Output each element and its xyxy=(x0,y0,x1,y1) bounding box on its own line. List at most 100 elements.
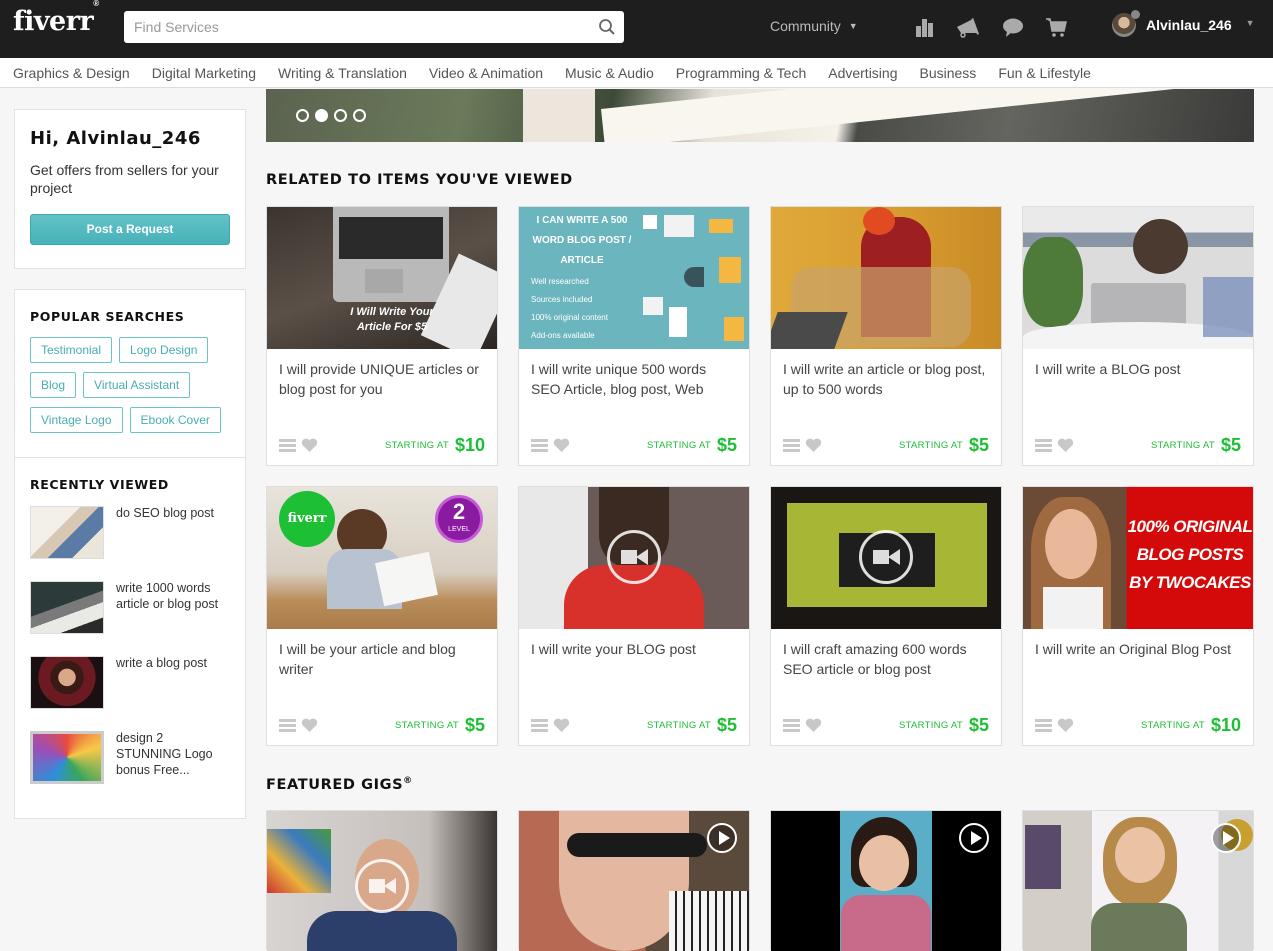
post-request-button[interactable]: Post a Request xyxy=(30,214,230,245)
play-icon[interactable] xyxy=(959,823,989,853)
tag-testimonial[interactable]: Testimonial xyxy=(30,337,113,363)
featured-gig-card[interactable] xyxy=(266,810,498,951)
megaphone-icon[interactable] xyxy=(955,16,981,38)
category-fun-lifestyle[interactable]: Fun & Lifestyle xyxy=(998,58,1091,87)
featured-gig-card[interactable] xyxy=(1022,810,1254,951)
gig-image-bullets: Well researched Sources included 100% or… xyxy=(531,273,608,345)
play-icon[interactable] xyxy=(707,823,737,853)
menu-icon[interactable] xyxy=(783,718,800,733)
category-graphics-design[interactable]: Graphics & Design xyxy=(13,58,130,87)
search-icon[interactable] xyxy=(598,18,616,36)
image-bullet: Well researched xyxy=(531,277,589,286)
slider-dot-3[interactable] xyxy=(334,109,347,122)
gig-card[interactable]: I will write your BLOG post STARTING AT … xyxy=(518,486,750,746)
gig-card[interactable]: I will write a BLOG post STARTING AT $5 xyxy=(1022,206,1254,466)
search-bar xyxy=(124,11,624,43)
heart-icon[interactable] xyxy=(1057,718,1074,733)
chat-icon[interactable] xyxy=(1002,16,1024,38)
video-icon[interactable] xyxy=(607,530,661,584)
gig-title: I will write an article or blog post, up… xyxy=(783,361,986,397)
featured-gig-card[interactable] xyxy=(770,810,1002,951)
slider-dot-1[interactable] xyxy=(296,109,309,122)
recent-thumbnail xyxy=(30,506,104,559)
tag-blog[interactable]: Blog xyxy=(30,372,77,398)
video-icon[interactable] xyxy=(355,859,409,913)
category-video-animation[interactable]: Video & Animation xyxy=(429,58,543,87)
list-item[interactable]: design 2 STUNNING Logo bonus Free... xyxy=(30,731,230,806)
menu-icon[interactable] xyxy=(279,438,296,453)
heart-icon[interactable] xyxy=(805,718,822,733)
hero-banner[interactable] xyxy=(266,89,1254,142)
starting-at-label: STARTING AT xyxy=(646,439,711,451)
heart-icon[interactable] xyxy=(553,438,570,453)
heart-icon[interactable] xyxy=(805,438,822,453)
gig-price: $5 xyxy=(716,714,737,735)
gig-image xyxy=(519,811,749,951)
related-section-title: RELATED TO ITEMS YOU'VE VIEWED xyxy=(266,172,573,188)
search-input[interactable] xyxy=(124,11,584,43)
gig-image-text: 100% ORIGINAL BLOG POSTS BY TWOCAKES xyxy=(1127,517,1253,592)
community-menu[interactable]: Community ▼ xyxy=(770,18,858,34)
gig-title: I will craft amazing 600 words SEO artic… xyxy=(783,641,967,677)
play-icon[interactable] xyxy=(1211,823,1241,853)
menu-icon[interactable] xyxy=(531,718,548,733)
category-advertising[interactable]: Advertising xyxy=(828,58,897,87)
featured-gig-card[interactable] xyxy=(518,810,750,951)
gig-price: $5 xyxy=(716,434,737,455)
menu-icon[interactable] xyxy=(279,718,296,733)
gig-title: I will write unique 500 words SEO Articl… xyxy=(531,361,707,397)
category-writing-translation[interactable]: Writing & Translation xyxy=(278,58,407,87)
level-label: LEVEL xyxy=(448,526,470,533)
category-music-audio[interactable]: Music & Audio xyxy=(565,58,654,87)
gig-card[interactable]: I CAN WRITE A 500 WORD BLOG POST / ARTIC… xyxy=(518,206,750,466)
starting-at-label: STARTING AT xyxy=(1150,439,1215,451)
slider-dot-2[interactable] xyxy=(315,109,328,122)
gig-footer: STARTING AT $5 xyxy=(1035,435,1241,455)
cart-icon[interactable] xyxy=(1045,16,1067,38)
gig-image-text: I Will Write Your Article For $5 xyxy=(350,306,434,333)
gig-image: I CAN WRITE A 500 WORD BLOG POST / ARTIC… xyxy=(519,207,749,349)
list-item[interactable]: write a blog post xyxy=(30,656,230,731)
menu-icon[interactable] xyxy=(1035,718,1052,733)
gig-footer: STARTING AT $10 xyxy=(1035,715,1241,735)
starting-at-label: STARTING AT xyxy=(898,439,963,451)
slider-dot-4[interactable] xyxy=(353,109,366,122)
heart-icon[interactable] xyxy=(301,438,318,453)
analytics-icon[interactable] xyxy=(914,16,936,38)
list-item[interactable]: write 1000 words article or blog post xyxy=(30,581,230,656)
menu-icon[interactable] xyxy=(1035,438,1052,453)
level-number: 2 xyxy=(452,499,466,524)
category-programming-tech[interactable]: Programming & Tech xyxy=(676,58,806,87)
heart-icon[interactable] xyxy=(553,718,570,733)
gig-card[interactable]: I will craft amazing 600 words SEO artic… xyxy=(770,486,1002,746)
tag-virtual-assistant[interactable]: Virtual Assistant xyxy=(83,372,191,398)
featured-title-text: FEATURED GIGS xyxy=(266,776,404,793)
category-business[interactable]: Business xyxy=(920,58,977,87)
avatar xyxy=(1112,10,1140,37)
menu-icon[interactable] xyxy=(531,438,548,453)
gig-price: $10 xyxy=(1210,714,1241,735)
gig-title: I will be your article and blog writer xyxy=(279,641,456,677)
greeting-title: Hi, Alvinlau_246 xyxy=(30,128,201,149)
gig-image xyxy=(1023,207,1253,349)
tag-vintage-logo[interactable]: Vintage Logo xyxy=(30,407,123,433)
video-icon[interactable] xyxy=(859,530,913,584)
fiverr-logo[interactable]: fiverr® xyxy=(13,0,99,37)
gig-image: fiverr 2 LEVEL xyxy=(267,487,497,629)
community-label: Community xyxy=(770,18,841,34)
category-digital-marketing[interactable]: Digital Marketing xyxy=(152,58,256,87)
user-menu[interactable]: Alvinlau_246 ▼ xyxy=(1112,10,1255,37)
gig-card[interactable]: I Will Write Your Article For $5 I will … xyxy=(266,206,498,466)
gig-card[interactable]: 100% ORIGINAL BLOG POSTS BY TWOCAKES I w… xyxy=(1022,486,1254,746)
tag-logo-design[interactable]: Logo Design xyxy=(119,337,209,363)
gig-card[interactable]: fiverr 2 LEVEL I will be your article an… xyxy=(266,486,498,746)
heart-icon[interactable] xyxy=(301,718,318,733)
list-item[interactable]: do SEO blog post xyxy=(30,506,230,581)
tag-ebook-cover[interactable]: Ebook Cover xyxy=(129,407,221,433)
heart-icon[interactable] xyxy=(1057,438,1074,453)
sidebar-panel: POPULAR SEARCHES Testimonial Logo Design… xyxy=(14,289,246,819)
menu-icon[interactable] xyxy=(783,438,800,453)
gig-image-badge: fiverr xyxy=(279,491,335,547)
gig-card[interactable]: I will write an article or blog post, up… xyxy=(770,206,1002,466)
gig-image xyxy=(267,811,497,951)
